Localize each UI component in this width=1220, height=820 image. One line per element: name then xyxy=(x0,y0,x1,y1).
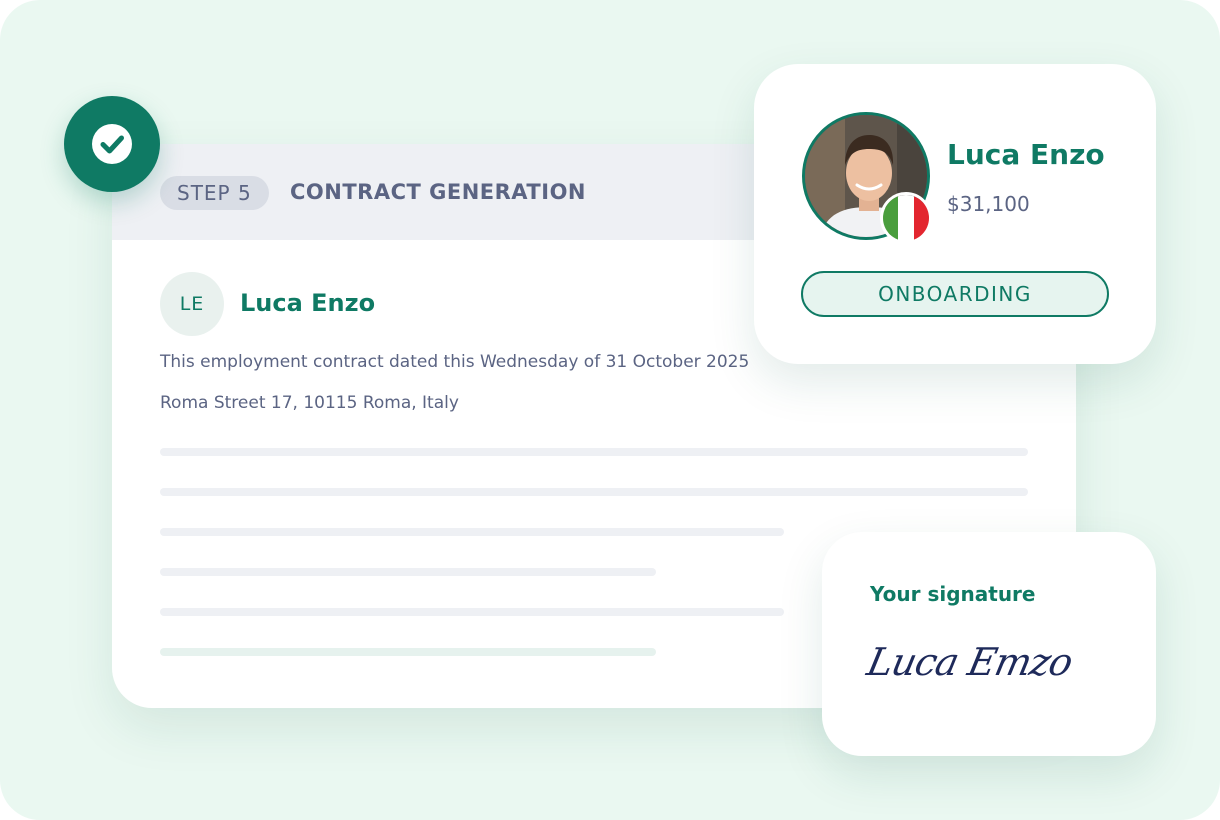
check-icon xyxy=(92,124,132,164)
step-title: CONTRACT GENERATION xyxy=(290,180,586,204)
placeholder-line xyxy=(160,528,784,536)
contract-address-text: Roma Street 17, 10115 Roma, Italy xyxy=(160,393,459,413)
signature-value[interactable]: Luca Emzo xyxy=(863,640,1076,684)
italy-flag-icon xyxy=(880,192,932,244)
placeholder-line xyxy=(160,448,1028,456)
background: STEP 5 CONTRACT GENERATION LE Luca Enzo … xyxy=(0,0,1220,820)
flag-stripe-green xyxy=(883,195,899,241)
placeholder-line xyxy=(160,648,656,656)
profile-name: Luca Enzo xyxy=(947,138,1105,171)
placeholder-line xyxy=(160,608,784,616)
contract-date-text: This employment contract dated this Wedn… xyxy=(160,352,750,372)
placeholder-line xyxy=(160,568,656,576)
signature-card: Your signature Luca Emzo xyxy=(822,532,1156,756)
completed-badge xyxy=(64,96,160,192)
status-badge[interactable]: ONBOARDING xyxy=(801,271,1109,317)
flag-stripe-red xyxy=(913,195,929,241)
flag-stripe-white xyxy=(898,195,914,241)
avatar-initials: LE xyxy=(160,272,224,336)
employee-name: Luca Enzo xyxy=(240,289,376,317)
employee-profile-card: Luca Enzo $31,100 ONBOARDING xyxy=(754,64,1156,364)
salary-value: $31,100 xyxy=(947,192,1030,216)
signature-label: Your signature xyxy=(870,582,1036,606)
placeholder-line xyxy=(160,488,1028,496)
step-badge: STEP 5 xyxy=(160,176,269,210)
